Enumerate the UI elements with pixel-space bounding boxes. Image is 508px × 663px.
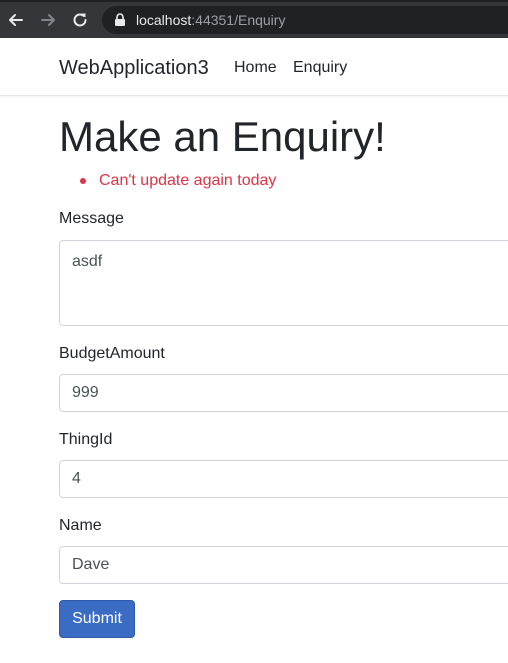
brand-link[interactable]: WebApplication3	[59, 57, 209, 80]
submit-button[interactable]: Submit	[59, 600, 135, 638]
validation-error: Can't update again today	[80, 170, 277, 192]
validation-error-text: Can't update again today	[99, 172, 277, 189]
browser-toolbar: localhost:44351/Enquiry	[0, 2, 508, 38]
error-bullet	[80, 178, 86, 184]
message-textarea[interactable]: asdf	[59, 240, 508, 326]
forward-arrow-icon[interactable]	[38, 10, 58, 30]
address-bar[interactable]: localhost:44351/Enquiry	[102, 6, 508, 34]
back-arrow-icon[interactable]	[6, 10, 26, 30]
url-text: localhost:44351/Enquiry	[136, 12, 285, 28]
site-navbar: WebApplication3 Home Enquiry	[0, 38, 508, 96]
budget-amount-input[interactable]	[59, 374, 508, 412]
page-title: Make an Enquiry!	[59, 113, 386, 160]
message-label: Message	[59, 210, 124, 227]
name-label: Name	[59, 517, 102, 534]
lock-icon	[114, 13, 126, 32]
nav-link-home[interactable]: Home	[234, 59, 277, 77]
reload-icon[interactable]	[70, 10, 90, 30]
url-path: :44351/Enquiry	[191, 12, 286, 28]
budget-amount-label: BudgetAmount	[59, 345, 165, 362]
thing-id-input[interactable]	[59, 460, 508, 498]
name-input[interactable]	[59, 546, 508, 584]
thing-id-label: ThingId	[59, 431, 113, 448]
validation-summary: Can't update again today	[59, 170, 276, 192]
url-host: localhost	[136, 12, 192, 28]
nav-link-enquiry[interactable]: Enquiry	[293, 59, 347, 77]
